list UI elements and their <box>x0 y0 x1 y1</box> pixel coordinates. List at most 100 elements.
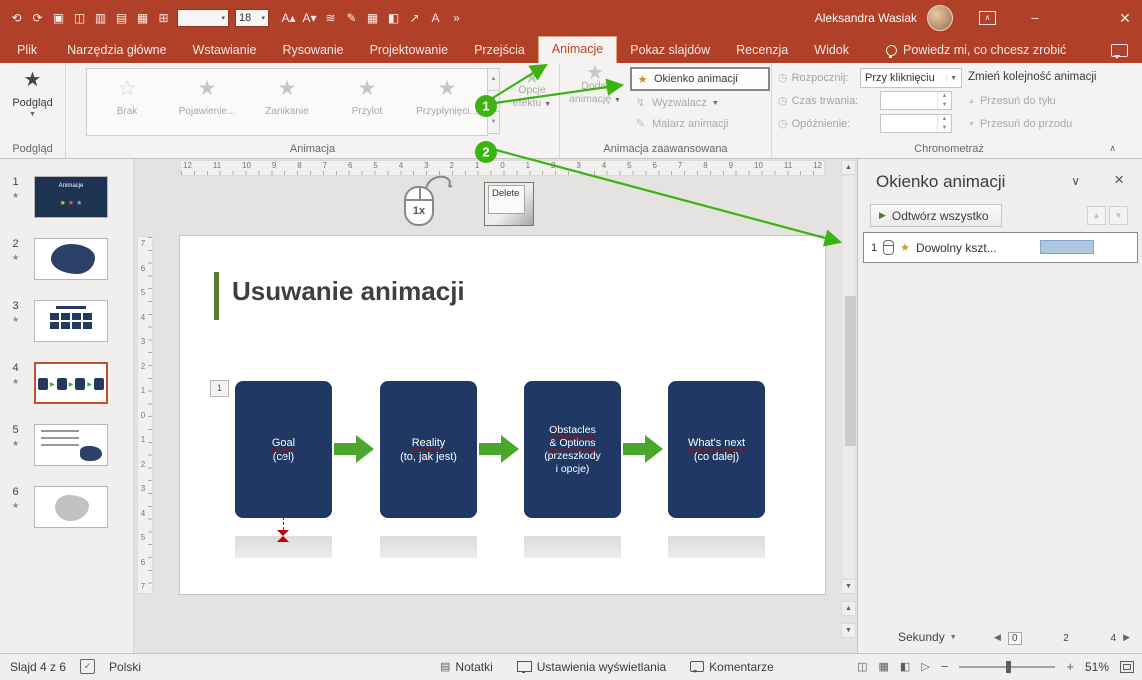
animation-sequence-badge[interactable]: 1 <box>210 380 229 397</box>
play-all-button[interactable]: ▶ Odtwórz wszystko <box>870 204 1002 227</box>
smartart-shape-reality[interactable]: Reality (to, jak jest) <box>380 381 477 518</box>
qat-icon[interactable]: ⟲ <box>6 11 27 25</box>
previous-slide-button[interactable]: ▲ <box>841 601 856 616</box>
tab-przejscia[interactable]: Przejścia <box>461 37 538 63</box>
qat-icon[interactable]: » <box>446 11 467 25</box>
tab-plik[interactable]: Plik <box>0 37 54 63</box>
qat-icon[interactable]: ▦ <box>132 11 153 25</box>
minimize-button[interactable]: – <box>1018 0 1052 36</box>
spinner-arrows[interactable]: ▲ ▼ <box>937 115 951 132</box>
tab-widok[interactable]: Widok <box>801 37 862 63</box>
vertical-scrollbar[interactable]: ▲ ▼ ▲ ▼ <box>841 160 856 652</box>
gallery-item-fly-in[interactable]: ★ Przylot <box>327 69 407 135</box>
timeline-scroll-left-icon[interactable]: ◀ <box>994 632 1001 643</box>
gallery-item-float-in[interactable]: ★ Przypłynięci... <box>407 69 487 135</box>
qat-icon[interactable]: ▦ <box>362 11 383 25</box>
comments-bubble-icon[interactable] <box>1111 44 1128 59</box>
chevron-down-icon[interactable]: ∨ <box>1071 174 1080 188</box>
animation-list-item[interactable]: 1 ★ Dowolny kszt... <box>863 232 1138 263</box>
qat-icon[interactable]: ⊞ <box>153 11 174 25</box>
qat-font-size-combo[interactable]: 18 ▾ <box>235 9 269 27</box>
tell-me-box[interactable]: Powiedz mi, co chcesz zrobić <box>886 37 1066 63</box>
start-dropdown[interactable]: Przy kliknięciu ▼ <box>860 68 962 88</box>
slide-thumbnail-3[interactable]: 3 ★ <box>0 300 134 348</box>
seconds-dropdown[interactable]: Sekundy ▼ <box>898 630 957 644</box>
horizontal-ruler[interactable]: 12 11 10 9 8 7 6 5 4 3 2 1 0 1 2 3 4 5 6 7 8 9 10 11 12 <box>180 160 825 176</box>
next-slide-button[interactable]: ▼ <box>841 623 856 638</box>
normal-view-icon[interactable]: ◫ <box>857 660 867 673</box>
tab-pokaz-slajdow[interactable]: Pokaz slajdów <box>617 37 723 63</box>
slide-canvas[interactable]: Usuwanie animacji 1 Goal (cel) Reality (… <box>180 236 825 594</box>
zoom-in-button[interactable]: + <box>1066 659 1074 674</box>
tab-narzedzia-glowne[interactable]: Narzędzia główne <box>54 37 179 63</box>
qat-font-combo[interactable]: ▾ <box>177 9 229 27</box>
smartart-shape-obstacles[interactable]: Obstacles & Options (przeszkody i opcje) <box>524 381 621 518</box>
slide-title[interactable]: Usuwanie animacji <box>232 276 465 307</box>
animation-timeline-bar[interactable] <box>1040 240 1094 254</box>
scroll-up-button[interactable]: ▲ <box>841 160 856 175</box>
qat-icon[interactable]: ✎ <box>341 11 362 25</box>
display-settings-button[interactable]: Ustawienia wyświetlania <box>516 660 666 674</box>
spinner-arrows[interactable]: ▲ ▼ <box>937 92 951 109</box>
tab-projektowanie[interactable]: Projektowanie <box>357 37 462 63</box>
timeline-scroll-right-icon[interactable]: ▶ <box>1123 632 1130 643</box>
gallery-scroll-down[interactable]: ▼ <box>487 90 500 113</box>
scrollbar-thumb[interactable] <box>845 296 856 446</box>
tab-animacje[interactable]: Animacje <box>537 36 618 63</box>
gallery-item-fade[interactable]: ★ Zanikanie <box>247 69 327 135</box>
close-pane-icon[interactable]: × <box>1114 170 1124 190</box>
slideshow-view-icon[interactable]: ▷ <box>921 660 929 673</box>
slide-thumbnail-5[interactable]: 5 ★ <box>0 424 134 472</box>
close-button[interactable]: ✕ <box>1108 0 1142 36</box>
gallery-item-none[interactable]: ☆ Brak <box>87 69 167 135</box>
zoom-slider-thumb[interactable] <box>1006 660 1012 673</box>
ribbon-display-options-icon[interactable]: ∧ <box>979 11 996 25</box>
slide-sorter-view-icon[interactable]: ▦ <box>879 660 889 673</box>
qat-icon[interactable]: ▤ <box>111 11 132 25</box>
scrollbar-track[interactable] <box>843 176 856 578</box>
slide-thumbnail-1[interactable]: 1 ★ Animacje ★ ★ ★ <box>0 176 134 224</box>
qat-icon[interactable]: A▾ <box>299 11 320 25</box>
slide-thumbnail-4-selected[interactable]: 4 ★ ▶ ▶ ▶ <box>0 362 134 410</box>
comments-button[interactable]: Komentarze <box>690 660 774 674</box>
zoom-level[interactable]: 51% <box>1085 660 1109 674</box>
qat-icon[interactable]: ↗ <box>404 11 425 25</box>
vertical-ruler[interactable]: 7 6 5 4 3 2 1 0 1 2 3 4 5 6 7 <box>137 236 153 594</box>
move-later-button[interactable]: ▼ Przesuń do przodu <box>968 118 1072 130</box>
qat-icon[interactable]: ◫ <box>69 11 90 25</box>
user-name[interactable]: Aleksandra Wasiak <box>815 11 917 25</box>
gallery-item-appear[interactable]: ★ Pojawienie... <box>167 69 247 135</box>
zoom-out-button[interactable]: − <box>941 659 949 674</box>
gallery-more-button[interactable]: ▼ <box>487 112 500 135</box>
zoom-slider[interactable] <box>959 660 1056 673</box>
effect-options-button[interactable]: ★ Opcje efektu ▼ <box>506 67 558 135</box>
collapse-ribbon-icon[interactable]: ∧ <box>1109 143 1116 154</box>
tab-rysowanie[interactable]: Rysowanie <box>269 37 356 63</box>
gallery-scroll-up[interactable]: ▲ <box>487 68 500 91</box>
qat-icon[interactable]: ▥ <box>90 11 111 25</box>
scroll-down-button[interactable]: ▼ <box>841 579 856 594</box>
notes-button[interactable]: ▤ Notatki <box>440 660 493 674</box>
move-earlier-button[interactable]: ▲ Przesuń do tyłu <box>968 95 1056 107</box>
slide-thumbnail-6[interactable]: 6 ★ <box>0 486 134 534</box>
move-animation-up-button[interactable]: ▲ <box>1087 206 1106 225</box>
trigger-button[interactable]: ↯ Wyzwalacz ▼ <box>630 92 770 113</box>
language-indicator[interactable]: Polski <box>109 660 141 674</box>
delay-spinner[interactable]: ▲ ▼ <box>880 114 952 133</box>
proofing-icon[interactable]: ✓ <box>80 659 96 674</box>
smartart-shape-whats-next[interactable]: What's next (co dalej) <box>668 381 765 518</box>
qat-icon[interactable]: ▣ <box>48 11 69 25</box>
reading-view-icon[interactable]: ◧ <box>900 660 910 673</box>
add-animation-button[interactable]: ★ + Dodaj animację ▼ <box>566 63 624 107</box>
tab-recenzja[interactable]: Recenzja <box>723 37 801 63</box>
animation-pane-button[interactable]: ★ Okienko animacji <box>630 67 770 91</box>
user-avatar[interactable] <box>927 5 953 31</box>
qat-icon[interactable]: A <box>425 11 446 25</box>
qat-icon[interactable]: ≋ <box>320 11 341 25</box>
slide-thumbnail-2[interactable]: 2 ★ <box>0 238 134 286</box>
tab-wstawianie[interactable]: Wstawianie <box>180 37 270 63</box>
timeline-seconds-ruler[interactable]: 0 2 4 <box>1008 630 1116 646</box>
qat-icon[interactable]: ◧ <box>383 11 404 25</box>
qat-icon[interactable]: ⟳ <box>27 11 48 25</box>
move-animation-down-button[interactable]: ▼ <box>1109 206 1128 225</box>
